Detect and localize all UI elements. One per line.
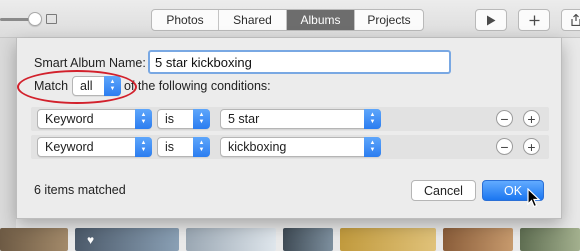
photo-thumbnail[interactable] — [186, 228, 276, 251]
smart-album-dialog: Smart Album Name: Match all ▲▼ of the fo… — [16, 38, 562, 219]
tab-shared[interactable]: Shared — [219, 10, 287, 30]
condition-operator-select[interactable]: is ▲ ▼ — [157, 137, 210, 157]
match-suffix-label: of the following conditions: — [124, 79, 271, 93]
chevron-up-down-icon: ▲ ▼ — [135, 109, 152, 129]
thumbnail-size-icon — [46, 14, 57, 24]
chevron-up-down-icon: ▲ ▼ — [193, 137, 210, 157]
condition-field-value: Keyword — [45, 112, 94, 126]
photo-thumbnail[interactable] — [340, 228, 436, 251]
add-condition-button[interactable]: + — [523, 110, 540, 127]
photo-thumbnail[interactable] — [520, 228, 580, 251]
slideshow-button[interactable] — [475, 9, 507, 31]
condition-value-select[interactable]: 5 star ▲ ▼ — [220, 109, 381, 129]
tab-photos[interactable]: Photos — [152, 10, 219, 30]
share-button[interactable] — [561, 9, 580, 31]
chevron-up-down-icon: ▲ ▼ — [364, 109, 381, 129]
view-tabs: Photos Shared Albums Projects — [151, 9, 424, 31]
minus-icon: − — [500, 138, 509, 155]
cursor-icon — [527, 188, 541, 208]
chevron-up-down-icon: ▲ ▼ — [364, 137, 381, 157]
condition-field-select[interactable]: Keyword ▲ ▼ — [37, 137, 152, 157]
plus-icon — [529, 15, 539, 25]
photo-thumbnail[interactable] — [0, 228, 68, 251]
heart-icon: ♥ — [87, 233, 95, 247]
photo-thumbnail[interactable] — [283, 228, 333, 251]
photo-thumbnail[interactable] — [443, 228, 513, 251]
plus-icon: + — [527, 138, 536, 155]
condition-value-text: 5 star — [228, 112, 260, 126]
annotation-ellipse — [17, 70, 137, 104]
smart-album-name-input[interactable] — [148, 50, 451, 74]
smart-album-name-label: Smart Album Name: — [34, 56, 146, 70]
plus-icon: + — [527, 110, 536, 127]
minus-icon: − — [500, 110, 509, 127]
condition-row: Keyword ▲ ▼ is ▲ ▼ 5 star ▲ ▼ − + — [31, 107, 549, 131]
chevron-up-down-icon: ▲ ▼ — [193, 109, 210, 129]
share-icon — [571, 14, 580, 26]
cancel-button[interactable]: Cancel — [411, 180, 476, 201]
condition-row: Keyword ▲ ▼ is ▲ ▼ kickboxing ▲ ▼ − + — [31, 135, 549, 159]
add-condition-button[interactable]: + — [523, 138, 540, 155]
zoom-slider-knob[interactable] — [28, 12, 42, 26]
condition-operator-value: is — [165, 140, 175, 154]
condition-operator-value: is — [165, 112, 175, 126]
condition-field-select[interactable]: Keyword ▲ ▼ — [37, 109, 152, 129]
remove-condition-button[interactable]: − — [496, 138, 513, 155]
condition-value-text: kickboxing — [228, 140, 287, 154]
photo-grid-left-edge — [0, 38, 16, 251]
remove-condition-button[interactable]: − — [496, 110, 513, 127]
condition-value-select[interactable]: kickboxing ▲ ▼ — [220, 137, 381, 157]
add-button[interactable] — [518, 9, 550, 31]
items-matched-status: 6 items matched — [34, 183, 126, 197]
toolbar: Photos Shared Albums Projects — [0, 0, 580, 38]
tab-albums[interactable]: Albums — [287, 10, 355, 30]
tab-projects[interactable]: Projects — [355, 10, 423, 30]
condition-field-value: Keyword — [45, 140, 94, 154]
play-icon — [487, 15, 496, 25]
chevron-up-down-icon: ▲ ▼ — [135, 137, 152, 157]
condition-operator-select[interactable]: is ▲ ▼ — [157, 109, 210, 129]
